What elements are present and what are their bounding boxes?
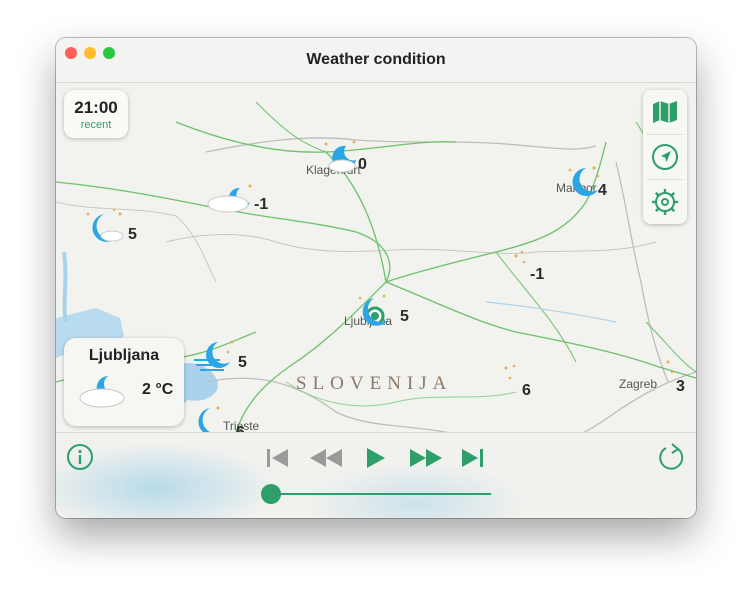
skip-to-start-icon — [267, 449, 288, 467]
city-weather-card[interactable]: Ljubljana 2 °C — [64, 338, 184, 426]
map-button[interactable] — [643, 90, 687, 134]
map-side-toolbar — [643, 90, 687, 224]
marker-temperature: 0 — [358, 156, 367, 173]
marker-temperature: 5 — [128, 226, 137, 243]
marker-temperature: 6 — [522, 382, 531, 399]
settings-button[interactable] — [643, 180, 687, 224]
play-icon — [367, 448, 385, 468]
weather-marker-zagreb[interactable]: 3 — [636, 358, 696, 402]
clear-night-icon — [499, 250, 526, 281]
info-icon — [67, 444, 93, 470]
night-fog-icon — [194, 340, 234, 371]
refresh-icon — [659, 443, 684, 470]
skip-to-end-button[interactable] — [458, 443, 488, 473]
clear-night-icon — [358, 294, 388, 326]
timeline-track[interactable] — [271, 493, 491, 495]
night-partly-cloudy-icon — [207, 184, 252, 213]
refresh-button[interactable] — [656, 441, 688, 473]
weather-marker-novo-mesto[interactable]: 6 — [480, 364, 540, 408]
weather-marker-maribor[interactable]: 4 — [562, 162, 622, 206]
city-temperature: 2 °C — [142, 381, 174, 398]
title-bar: Weather condition — [56, 38, 696, 83]
weather-marker-klagenfurt[interactable]: 0 — [320, 138, 380, 182]
window-title: Weather condition — [306, 51, 446, 68]
weather-marker-west[interactable]: 5 — [84, 208, 144, 252]
clear-night-icon — [642, 360, 674, 393]
night-partly-cloudy-icon — [86, 208, 124, 242]
location-arrow-icon — [652, 144, 678, 170]
weather-marker-villach[interactable]: -1 — [206, 180, 269, 224]
settings-gear-icon — [652, 189, 678, 215]
time-card[interactable]: 21:00 recent — [64, 90, 128, 138]
weather-marker-coast[interactable]: 5 — [192, 338, 252, 382]
skip-to-start-button[interactable] — [262, 443, 292, 473]
fast-forward-button[interactable] — [406, 443, 446, 473]
weather-marker-celje[interactable]: -1 — [486, 250, 546, 294]
map-icon — [653, 101, 677, 123]
night-partly-cloudy-icon — [79, 376, 125, 408]
marker-temperature: -1 — [254, 196, 269, 213]
marker-temperature: 5 — [238, 354, 247, 371]
play-button[interactable] — [360, 443, 390, 473]
time-status: recent — [80, 119, 112, 131]
rewind-button[interactable] — [306, 443, 346, 473]
playback-bar — [56, 432, 696, 518]
night-partly-cloudy-icon — [324, 140, 356, 173]
skip-to-end-icon — [462, 449, 483, 467]
clear-night-icon — [488, 364, 516, 396]
timeline-slider-thumb[interactable] — [261, 484, 281, 504]
rewind-icon — [310, 449, 342, 467]
marker-temperature: 4 — [598, 182, 607, 199]
country-label: SLOVENIJA — [296, 373, 452, 394]
fast-forward-icon — [410, 449, 442, 467]
weather-marker-ljubljana[interactable]: 5 — [356, 294, 416, 338]
time-label: 21:00 — [74, 98, 118, 117]
city-name: Ljubljana — [88, 347, 160, 364]
marker-temperature: -1 — [530, 266, 545, 283]
marker-temperature: 3 — [676, 378, 685, 395]
clear-night-icon — [568, 166, 600, 196]
marker-temperature: 5 — [400, 308, 409, 325]
app-window: Weather condition Trieste Zagreb SLOVENI… — [56, 38, 696, 518]
location-button[interactable] — [643, 135, 687, 179]
info-button[interactable] — [64, 441, 96, 473]
